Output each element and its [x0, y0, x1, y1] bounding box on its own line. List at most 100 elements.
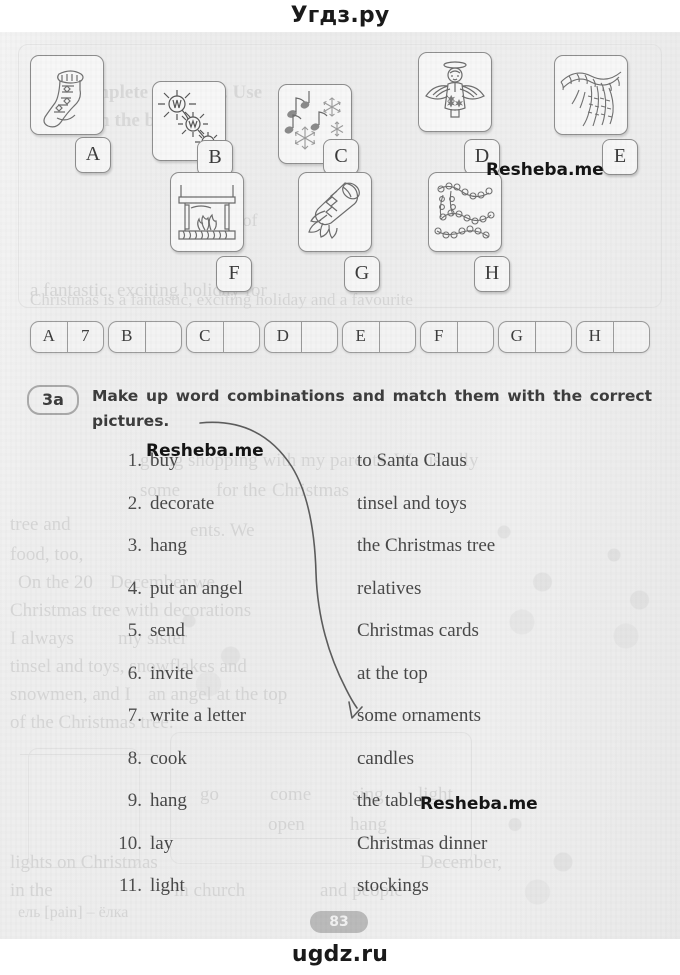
match-row[interactable]: 10. lay Christmas dinner	[0, 833, 680, 876]
answer-box-f-key: F	[421, 322, 458, 352]
task-instruction: Make up word combinations and match them…	[92, 387, 652, 430]
angel-icon	[425, 61, 485, 118]
match-row-right[interactable]: relatives	[357, 578, 421, 600]
answer-box-e-value[interactable]	[380, 322, 416, 352]
picture-card-b-letter: B	[197, 140, 233, 176]
bottom-brand-bar: ugdz.ru	[0, 939, 680, 975]
picture-card-h[interactable]	[428, 172, 502, 252]
match-row[interactable]: 5. send Christmas cards	[0, 620, 680, 663]
picture-card-e[interactable]	[554, 55, 628, 135]
match-row[interactable]: 6. invite at the top	[0, 663, 680, 706]
top-brand-label: Угдз.ру	[290, 3, 390, 28]
page-number-badge: 83	[310, 911, 368, 933]
match-row-number: 4.	[127, 577, 142, 599]
answer-box-d-value[interactable]	[302, 322, 338, 352]
page-number-label: 83	[329, 914, 349, 930]
picture-card-f[interactable]	[170, 172, 244, 252]
answer-box-g-value[interactable]	[536, 322, 572, 352]
christmas-cracker-icon	[308, 182, 360, 239]
tinsel-garland-icon	[560, 71, 622, 127]
scanned-textbook-page: Complete the story. Usefrom the box.end …	[0, 32, 680, 939]
match-row-right[interactable]: to Santa Claus	[357, 450, 467, 472]
top-brand-bar: Угдз.ру	[0, 0, 680, 32]
answer-box-d-key: D	[265, 322, 302, 352]
answer-box-b-value[interactable]	[146, 322, 182, 352]
beads-garland-icon	[434, 182, 495, 239]
answer-box-e-key: E	[343, 322, 380, 352]
match-row-number: 1.	[127, 450, 142, 471]
match-row-left[interactable]: cook	[150, 748, 187, 770]
match-row-number: 10.	[118, 832, 142, 854]
match-row-left[interactable]: send	[150, 620, 185, 642]
match-row-number: 7.	[127, 705, 142, 726]
match-row[interactable]: 4. put an angel relatives	[0, 578, 680, 621]
match-row-right[interactable]: Christmas dinner	[357, 833, 487, 855]
match-row-right[interactable]: tinsel and toys	[357, 493, 467, 515]
match-row-left[interactable]: put an angel	[150, 578, 243, 600]
picture-card-g[interactable]	[298, 172, 372, 252]
picture-card-a[interactable]	[30, 55, 104, 135]
watermark-resheba-2: Resheba.me	[146, 441, 264, 461]
answer-box-f-value[interactable]	[458, 322, 494, 352]
match-row-number: 9.	[127, 790, 142, 811]
picture-card-a-letter: A	[75, 137, 111, 173]
answer-box-d[interactable]: D	[264, 321, 338, 353]
match-row-number: 2.	[127, 492, 142, 514]
answer-box-a-value[interactable]: 7	[68, 322, 104, 352]
watermark-resheba-1: Resheba.me	[486, 160, 604, 180]
answer-box-b-key: B	[109, 322, 146, 352]
watermark-resheba-3: Resheba.me	[420, 794, 538, 814]
match-row-right[interactable]: candles	[357, 748, 414, 770]
picture-card-c-letter: C	[323, 139, 359, 175]
fireplace-icon	[178, 185, 236, 240]
match-row-number: 11.	[118, 875, 142, 896]
picture-card-f-letter: F	[216, 256, 252, 292]
match-row-right[interactable]: stockings	[357, 875, 429, 897]
match-row[interactable]: 2. decorate tinsel and toys	[0, 493, 680, 536]
task-number-badge: 3a	[27, 385, 79, 415]
answer-box-b[interactable]: B	[108, 321, 182, 353]
match-row-left[interactable]: hang	[150, 790, 187, 812]
match-row-right[interactable]: the table	[357, 790, 422, 812]
match-row-right[interactable]: the Christmas tree	[357, 535, 495, 557]
picture-card-d[interactable]	[418, 52, 492, 132]
match-row-right[interactable]: some ornaments	[357, 705, 481, 727]
match-row-right[interactable]: Christmas cards	[357, 620, 479, 642]
answer-box-a[interactable]: A 7	[30, 321, 104, 353]
match-row[interactable]: 7. write a letter some ornaments	[0, 705, 680, 748]
match-row-left[interactable]: lay	[150, 833, 173, 855]
match-row[interactable]: 9. hang the table	[0, 790, 680, 833]
bottom-brand-label: ugdz.ru	[291, 942, 389, 967]
match-row-number: 5.	[127, 620, 142, 641]
answer-box-h[interactable]: H	[576, 321, 650, 353]
match-row-left[interactable]: decorate	[150, 493, 214, 515]
answer-box-c-value[interactable]	[224, 322, 260, 352]
answer-box-f[interactable]: F	[420, 321, 494, 353]
match-row-left[interactable]: hang	[150, 535, 187, 557]
match-row-left[interactable]: invite	[150, 663, 193, 685]
answer-box-a-key: A	[31, 322, 68, 352]
picture-card-e-letter: E	[602, 139, 638, 175]
answer-box-c-key: C	[187, 322, 224, 352]
match-row[interactable]: 8. cook candles	[0, 748, 680, 791]
answer-box-h-key: H	[577, 322, 614, 352]
match-row-number: 6.	[127, 662, 142, 684]
ghost-text: Christmas is a fantastic, exciting holid…	[30, 290, 413, 309]
match-row-number: 8.	[127, 747, 142, 769]
answer-box-g-key: G	[499, 322, 536, 352]
answer-box-g[interactable]: G	[498, 321, 572, 353]
answer-box-c[interactable]: C	[186, 321, 260, 353]
match-row-left[interactable]: light	[150, 875, 185, 897]
match-row[interactable]: 1. buy to Santa Claus	[0, 450, 680, 493]
task-number-label: 3a	[42, 390, 64, 409]
match-row-number: 3.	[127, 535, 142, 556]
stocking-icon	[43, 70, 84, 128]
match-row[interactable]: 3. hang the Christmas tree	[0, 535, 680, 578]
answer-box-e[interactable]: E	[342, 321, 416, 353]
answer-box-h-value[interactable]	[614, 322, 650, 352]
matching-exercise-list: 1. buy to Santa Claus 2. decorate tinsel…	[0, 450, 680, 918]
match-row-left[interactable]: write a letter	[150, 705, 246, 727]
match-row-right[interactable]: at the top	[357, 663, 428, 685]
picture-card-h-letter: H	[474, 256, 510, 292]
picture-card-g-letter: G	[344, 256, 380, 292]
